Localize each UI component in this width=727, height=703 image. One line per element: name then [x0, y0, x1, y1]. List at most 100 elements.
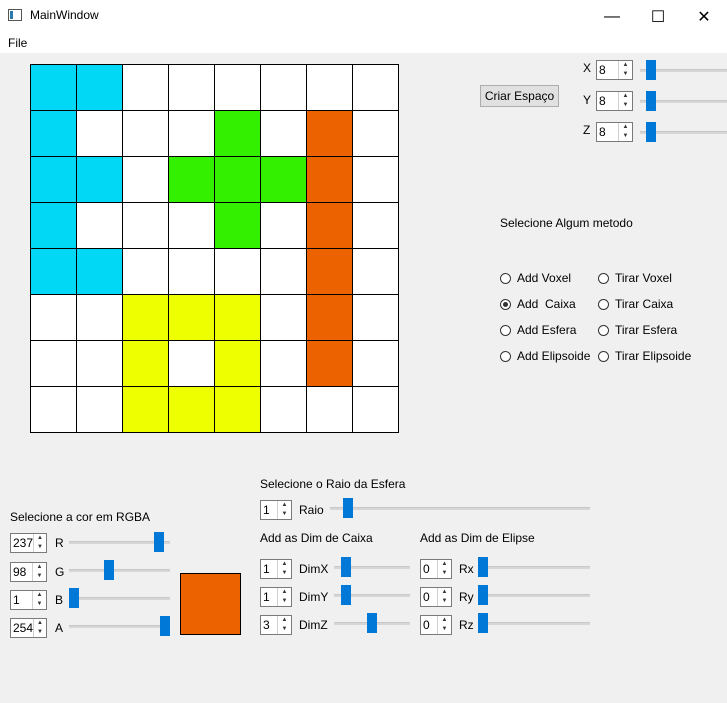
voxel-cell[interactable] — [31, 249, 76, 294]
rx-slider-handle[interactable] — [478, 557, 488, 577]
voxel-cell[interactable] — [307, 203, 352, 248]
spin-down-icon[interactable]: ▼ — [34, 543, 46, 552]
voxel-cell[interactable] — [215, 203, 260, 248]
b-spinbox[interactable]: 1 ▲ ▼ — [10, 590, 47, 610]
spin-up-icon[interactable]: ▲ — [619, 123, 632, 132]
y-spinbox[interactable]: 8 ▲ ▼ — [596, 91, 633, 111]
spin-up-icon[interactable]: ▲ — [278, 501, 291, 510]
g-slider[interactable] — [69, 560, 170, 580]
dimz-spinbox[interactable]: 3 ▲ ▼ — [260, 615, 292, 635]
voxel-cell[interactable] — [215, 295, 260, 340]
voxel-cell[interactable] — [31, 387, 76, 432]
voxel-cell[interactable] — [123, 249, 168, 294]
spin-down-icon[interactable]: ▼ — [33, 600, 46, 609]
radio-tirar-voxel[interactable]: Tirar Voxel — [598, 271, 672, 285]
voxel-cell[interactable] — [215, 387, 260, 432]
voxel-cell[interactable] — [307, 111, 352, 156]
dimx-slider[interactable] — [334, 557, 410, 577]
voxel-cell[interactable] — [123, 65, 168, 110]
y-slider[interactable] — [640, 91, 727, 111]
spin-down-icon[interactable]: ▼ — [619, 70, 632, 79]
voxel-cell[interactable] — [353, 203, 398, 248]
radio-add-elipsoide[interactable]: Add Elipsoide — [500, 349, 590, 363]
voxel-cell[interactable] — [261, 341, 306, 386]
voxel-cell[interactable] — [123, 341, 168, 386]
voxel-cell[interactable] — [261, 295, 306, 340]
voxel-cell[interactable] — [307, 249, 352, 294]
dimy-slider[interactable] — [334, 585, 410, 605]
z-slider[interactable] — [640, 122, 727, 142]
voxel-cell[interactable] — [215, 249, 260, 294]
voxel-cell[interactable] — [123, 203, 168, 248]
voxel-cell[interactable] — [123, 387, 168, 432]
voxel-cell[interactable] — [215, 341, 260, 386]
dimx-slider-handle[interactable] — [340, 557, 351, 577]
z-slider-handle[interactable] — [646, 122, 657, 142]
voxel-cell[interactable] — [169, 249, 214, 294]
spin-up-icon[interactable]: ▲ — [619, 61, 632, 70]
spin-up-icon[interactable]: ▲ — [34, 619, 46, 628]
voxel-cell[interactable] — [31, 65, 76, 110]
dimz-slider[interactable] — [334, 613, 410, 633]
spin-down-icon[interactable]: ▼ — [278, 625, 291, 634]
spin-down-icon[interactable]: ▼ — [619, 132, 632, 141]
dimx-spinbox[interactable]: 1 ▲ ▼ — [260, 559, 292, 579]
voxel-cell[interactable] — [123, 295, 168, 340]
ry-slider-handle[interactable] — [478, 585, 488, 605]
rz-slider-handle[interactable] — [478, 613, 488, 633]
voxel-cell[interactable] — [353, 157, 398, 202]
spin-up-icon[interactable]: ▲ — [278, 616, 291, 625]
spin-up-icon[interactable]: ▲ — [33, 563, 46, 572]
spin-up-icon[interactable]: ▲ — [33, 591, 46, 600]
voxel-cell[interactable] — [169, 111, 214, 156]
x-slider[interactable] — [640, 60, 727, 80]
voxel-cell[interactable] — [169, 157, 214, 202]
spin-down-icon[interactable]: ▼ — [438, 625, 451, 634]
spin-up-icon[interactable]: ▲ — [438, 616, 451, 625]
r-slider[interactable] — [69, 532, 170, 552]
spin-up-icon[interactable]: ▲ — [278, 588, 291, 597]
voxel-cell[interactable] — [169, 65, 214, 110]
voxel-cell[interactable] — [261, 387, 306, 432]
rz-spinbox[interactable]: 0 ▲ ▼ — [420, 615, 452, 635]
a-slider[interactable] — [69, 616, 170, 636]
spin-up-icon[interactable]: ▲ — [438, 560, 451, 569]
spin-down-icon[interactable]: ▼ — [619, 101, 632, 110]
voxel-cell[interactable] — [31, 203, 76, 248]
voxel-cell[interactable] — [353, 341, 398, 386]
dimy-slider-handle[interactable] — [340, 585, 351, 605]
voxel-cell[interactable] — [215, 157, 260, 202]
voxel-cell[interactable] — [307, 295, 352, 340]
voxel-cell[interactable] — [307, 65, 352, 110]
spin-up-icon[interactable]: ▲ — [34, 534, 46, 543]
spin-down-icon[interactable]: ▼ — [278, 597, 291, 606]
voxel-cell[interactable] — [353, 295, 398, 340]
maximize-button[interactable]: ☐ — [635, 0, 681, 33]
spin-down-icon[interactable]: ▼ — [278, 569, 291, 578]
z-spinbox[interactable]: 8 ▲ ▼ — [596, 122, 633, 142]
voxel-cell[interactable] — [77, 111, 122, 156]
spin-up-icon[interactable]: ▲ — [438, 588, 451, 597]
voxel-cell[interactable] — [77, 203, 122, 248]
raio-spinbox[interactable]: 1 ▲ ▼ — [260, 500, 292, 520]
a-slider-handle[interactable] — [160, 616, 170, 636]
r-slider-handle[interactable] — [153, 532, 164, 552]
close-button[interactable]: ✕ — [681, 0, 727, 33]
radio-add-voxel[interactable]: Add Voxel — [500, 271, 571, 285]
g-slider-handle[interactable] — [103, 560, 114, 580]
voxel-cell[interactable] — [123, 157, 168, 202]
voxel-cell[interactable] — [353, 249, 398, 294]
y-slider-handle[interactable] — [646, 91, 657, 111]
g-spinbox[interactable]: 98 ▲ ▼ — [10, 562, 47, 582]
minimize-button[interactable]: — — [589, 0, 635, 33]
voxel-cell[interactable] — [123, 111, 168, 156]
voxel-cell[interactable] — [261, 157, 306, 202]
voxel-cell[interactable] — [261, 65, 306, 110]
x-spinbox[interactable]: 8 ▲ ▼ — [596, 60, 633, 80]
x-slider-handle[interactable] — [646, 60, 657, 80]
voxel-cell[interactable] — [77, 341, 122, 386]
spin-down-icon[interactable]: ▼ — [34, 628, 46, 637]
radio-add-caixa[interactable]: Add Caixa — [500, 297, 576, 311]
spin-up-icon[interactable]: ▲ — [619, 92, 632, 101]
a-spinbox[interactable]: 254 ▲ ▼ — [10, 618, 47, 638]
